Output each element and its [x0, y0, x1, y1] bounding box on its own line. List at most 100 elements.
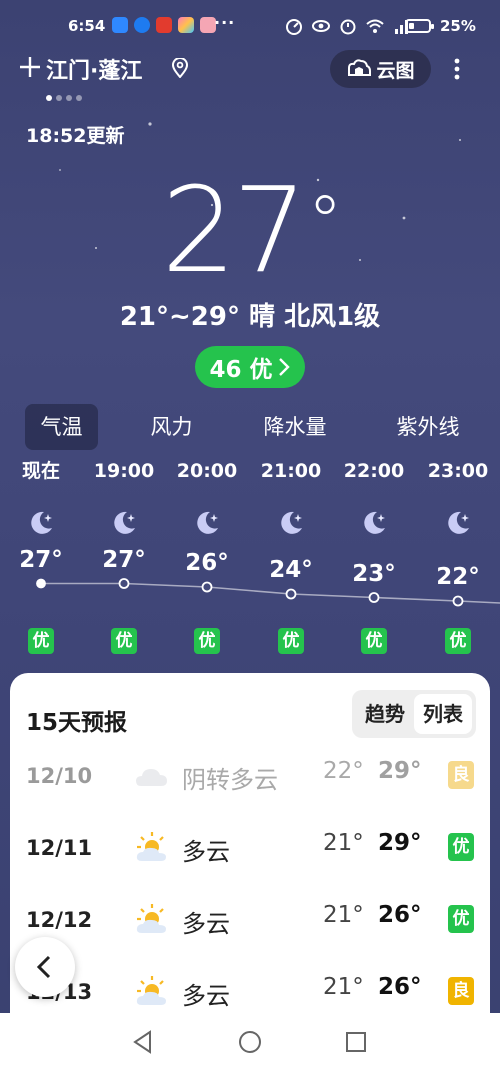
- weather-header: 江门·蓬江 云图: [0, 50, 500, 94]
- more-menu-icon[interactable]: [447, 54, 467, 84]
- add-city-icon[interactable]: [17, 54, 43, 80]
- location-pin-icon: [171, 58, 189, 78]
- hourly-temp: 26°: [185, 550, 229, 576]
- battery-icon: [405, 19, 434, 33]
- cloud-map-label: 云图: [376, 59, 415, 82]
- notification-apps: [112, 17, 216, 33]
- hourly-aqi-badge: 优: [28, 628, 54, 654]
- moon-stars-icon: [364, 511, 385, 534]
- city-name[interactable]: 江门·蓬江: [46, 53, 142, 85]
- pager-dot: [56, 95, 62, 101]
- forecast-aqi-badge: 优: [448, 905, 474, 933]
- forecast-row[interactable]: 12/10 阴转多云 22° 29° 良: [10, 746, 490, 806]
- forecast-condition: 多云: [182, 910, 230, 938]
- forecast-date: 12/11: [26, 836, 93, 860]
- nav-back-icon[interactable]: [130, 1029, 156, 1055]
- update-time: 18:52更新: [26, 125, 125, 147]
- gallery-app-icon: [178, 17, 194, 33]
- hourly-aqi-badge: 优: [278, 628, 304, 654]
- pager-dot: [66, 95, 72, 101]
- forecast-card: 15天预报 趋势 列表 12/10 阴转多云 22° 29° 良 12/11 多云 21° 29…: [10, 673, 490, 1069]
- weather-summary: 21°~29° 晴 北风1级: [119, 302, 381, 332]
- partly-cloudy-icon: [136, 832, 166, 861]
- forecast-row[interactable]: 12/12 多云 21° 26° 优: [10, 890, 490, 950]
- hourly-time: 19:00: [93, 460, 155, 482]
- hourly-column: 现在: [6, 456, 76, 544]
- nav-recents-icon[interactable]: [343, 1029, 369, 1055]
- temperature-point: [368, 592, 380, 603]
- list-view-button[interactable]: 列表: [414, 694, 472, 734]
- aqi-button[interactable]: 46 优: [195, 346, 305, 388]
- forecast-low: 21°: [323, 902, 364, 928]
- battery-level: [409, 23, 414, 29]
- current-temp-value: 27: [161, 161, 307, 299]
- hourly-temp: 27°: [19, 546, 63, 573]
- current-temperature: 27°: [0, 170, 500, 290]
- forecast-high: 29°: [378, 830, 422, 856]
- pager-dot: [46, 95, 52, 101]
- hourly-time: 21:00: [260, 460, 322, 482]
- hourly-time: 现在: [21, 460, 60, 482]
- temperature-point: [118, 578, 130, 589]
- forecast-row[interactable]: 12/11 多云 21° 29° 优: [10, 818, 490, 878]
- temperature-point: [452, 595, 464, 607]
- hourly-aqi-badge: 优: [194, 628, 220, 654]
- moon-stars-icon: [31, 511, 52, 534]
- hourly-temp: 23°: [352, 560, 396, 587]
- hourly-aqi-badge: 优: [445, 628, 471, 654]
- more-notifications-icon: ···: [214, 13, 236, 32]
- cloud-map-button[interactable]: 云图: [330, 50, 431, 88]
- red-app-icon: [156, 17, 172, 33]
- hourly-time: 23:00: [427, 460, 489, 482]
- cloud-app-icon: [112, 17, 128, 33]
- forecast-low: 22°: [323, 758, 364, 784]
- tab-wind[interactable]: 风力: [135, 404, 208, 450]
- status-time: 6:54: [68, 17, 106, 35]
- forecast-aqi-badge: 良: [448, 977, 474, 1005]
- alarm-icon: [340, 19, 356, 35]
- forecast-aqi-badge: 良: [448, 761, 474, 789]
- browser-app-icon: [134, 17, 150, 33]
- tab-uv[interactable]: 紫外线: [383, 404, 473, 450]
- forecast-condition: 多云: [182, 982, 230, 1010]
- nav-home-icon[interactable]: [237, 1029, 263, 1055]
- eye-icon: [312, 20, 330, 32]
- back-button[interactable]: [15, 937, 75, 997]
- trend-view-button[interactable]: 趋势: [356, 694, 414, 734]
- tab-precipitation[interactable]: 降水量: [250, 404, 340, 450]
- battery-percent: 25%: [440, 17, 476, 35]
- status-bar: 6:54 ··· 25%: [0, 12, 500, 46]
- forecast-aqi-badge: 优: [448, 833, 474, 861]
- hourly-temp: 27°: [102, 546, 146, 573]
- speed-icon: [286, 19, 302, 35]
- partly-cloudy-icon: [136, 976, 166, 1005]
- forecast-low: 21°: [323, 974, 364, 1000]
- hourly-column: 20:00: [172, 456, 242, 544]
- hourly-column: 19:00: [89, 456, 159, 544]
- partly-cloudy-icon: [136, 904, 166, 933]
- tab-temperature[interactable]: 气温: [25, 404, 98, 450]
- temperature-point: [201, 581, 213, 593]
- hourly-aqi-badge: 优: [361, 628, 387, 654]
- forecast-date: 12/12: [26, 908, 93, 932]
- wifi-icon: [366, 19, 384, 33]
- temperature-point: [36, 578, 46, 589]
- forecast-high: 26°: [378, 902, 422, 928]
- forecast-high: 29°: [378, 758, 422, 784]
- forecast-date: 12/10: [26, 764, 93, 788]
- forecast-high: 26°: [378, 974, 422, 1000]
- moon-stars-icon: [281, 511, 302, 534]
- forecast-condition: 阴转多云: [182, 766, 278, 794]
- hourly-time: 22:00: [343, 460, 405, 482]
- temperature-point: [285, 588, 297, 600]
- degree-symbol: °: [307, 181, 343, 263]
- hourly-column: 21:00: [256, 456, 326, 544]
- moon-stars-icon: [197, 511, 218, 534]
- overcast-cloud-icon: [136, 769, 167, 786]
- moon-stars-icon: [114, 511, 135, 534]
- city-pager: [46, 95, 82, 101]
- cloud-map-icon: [348, 59, 372, 76]
- hourly-column: 23:00: [423, 456, 493, 544]
- hourly-time: 20:00: [176, 460, 238, 482]
- pager-dot: [76, 95, 82, 101]
